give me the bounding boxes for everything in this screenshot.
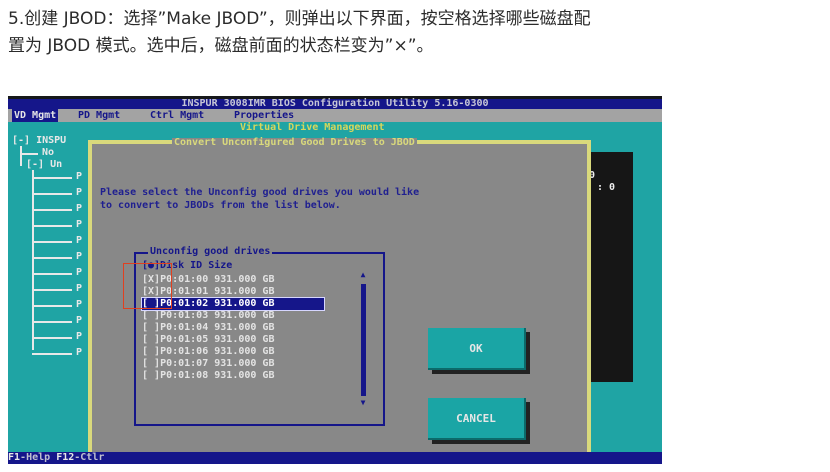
tree-line <box>20 146 22 166</box>
f12-ctlr: -Ctlr <box>74 452 105 463</box>
drive-size: 931.000 GB <box>214 310 275 321</box>
tree-root[interactable]: [-] INSPU <box>12 136 66 146</box>
tree-item[interactable]: P <box>76 172 82 182</box>
instruction-line-2: 置为 JBOD 模式。选中后，磁盘前面的状态栏变为”×”。 <box>8 36 434 56</box>
tree-line <box>32 273 72 275</box>
dialog-message: Please select the Unconfig good drives y… <box>100 186 419 212</box>
drive-size: 931.000 GB <box>214 334 275 345</box>
menu-ctrl-mgmt[interactable]: Ctrl Mgmt <box>150 109 204 122</box>
drive-row[interactable]: [ ]P0:01:04 931.000 GB <box>142 322 324 334</box>
drive-id: P0:01:05 <box>160 334 209 345</box>
drive-size: 931.000 GB <box>214 358 275 369</box>
tree-item[interactable]: P <box>76 300 82 310</box>
ok-button[interactable]: OK <box>428 328 526 370</box>
tree-line <box>32 241 72 243</box>
tree-line <box>20 153 38 155</box>
tree-line <box>32 289 72 291</box>
drive-checkbox[interactable]: [ ] <box>142 358 160 369</box>
drive-checkbox[interactable]: [ ] <box>142 322 160 333</box>
drive-size: 931.000 GB <box>214 322 275 333</box>
drive-checkbox[interactable]: [ ] <box>142 310 160 321</box>
tree-line <box>32 225 72 227</box>
checkbox-highlight-box <box>123 263 172 309</box>
tree-item[interactable]: P <box>76 268 82 278</box>
tree-item[interactable]: P <box>76 236 82 246</box>
tree-item[interactable]: P <box>76 252 82 262</box>
menu-properties[interactable]: Properties <box>234 109 294 122</box>
dialog-message-line: Please select the Unconfig good drives y… <box>100 187 420 198</box>
drive-size: 931.000 GB <box>214 274 275 285</box>
dialog-message-line: to convert to JBODs from the list below. <box>100 200 341 211</box>
drive-checkbox[interactable]: [ ] <box>142 370 160 381</box>
f1-help: -Help <box>20 452 51 463</box>
tree-line <box>32 209 72 211</box>
tree-item[interactable]: No <box>42 148 54 158</box>
drive-list-title: Unconfig good drives <box>148 246 273 258</box>
tree-line <box>32 321 72 323</box>
scroll-track[interactable] <box>361 284 366 396</box>
tree-line <box>32 193 72 195</box>
tree-line <box>32 170 34 350</box>
tree-item[interactable]: P <box>76 332 82 342</box>
cancel-button[interactable]: CANCEL <box>428 398 526 440</box>
scroll-down-icon[interactable]: ▼ <box>358 398 368 407</box>
tree-line <box>32 257 72 259</box>
drive-checkbox[interactable]: [ ] <box>142 334 160 345</box>
drive-id: P0:01:03 <box>160 310 209 321</box>
instruction-line-1: 5.创建 JBOD：选择”Make JBOD”，则弹出以下界面，按空格选择哪些磁… <box>8 9 591 29</box>
menu-vd-mgmt[interactable]: VD Mgmt <box>12 109 59 122</box>
tree-item[interactable]: P <box>76 220 82 230</box>
bios-status-bar: F1-Help F12-Ctlr <box>8 452 662 464</box>
tree-line <box>32 353 72 355</box>
f1-key: F1 <box>8 452 21 463</box>
bios-menu-bar: VD Mgmt PD Mgmt Ctrl Mgmt Properties <box>8 109 662 122</box>
drive-id: P0:01:07 <box>160 358 209 369</box>
tree-item[interactable]: P <box>76 348 82 358</box>
tree-line <box>32 337 72 339</box>
drive-id: P0:01:06 <box>160 346 209 357</box>
drive-row[interactable]: [ ]P0:01:08 931.000 GB <box>142 370 324 382</box>
drive-list-scrollbar[interactable]: ▲ ▼ <box>358 270 368 410</box>
drive-size: 931.000 GB <box>214 370 275 381</box>
drive-id: P0:01:04 <box>160 322 209 333</box>
drive-row[interactable]: [ ]P0:01:05 931.000 GB <box>142 334 324 346</box>
menu-pd-mgmt[interactable]: PD Mgmt <box>78 109 120 122</box>
section-title: Virtual Drive Management <box>240 122 385 133</box>
tree-line <box>32 177 72 179</box>
tree-item[interactable]: P <box>76 188 82 198</box>
drive-row[interactable]: [ ]P0:01:03 931.000 GB <box>142 310 324 322</box>
drive-size: 931.000 GB <box>214 298 275 309</box>
drive-size: 931.000 GB <box>214 286 275 297</box>
scroll-up-icon[interactable]: ▲ <box>358 270 368 279</box>
drive-checkbox[interactable]: [ ] <box>142 346 160 357</box>
drive-row[interactable]: [ ]P0:01:07 931.000 GB <box>142 358 324 370</box>
drive-id: P0:01:08 <box>160 370 209 381</box>
instruction-text: 5.创建 JBOD：选择”Make JBOD”，则弹出以下界面，按空格选择哪些磁… <box>8 6 824 60</box>
pane-value: : 0 <box>597 182 616 193</box>
bios-title-bar: INSPUR 3008IMR BIOS Configuration Utilit… <box>8 99 662 109</box>
drive-size: 931.000 GB <box>214 346 275 357</box>
f12-key: F12 <box>56 452 75 463</box>
tree-line <box>32 305 72 307</box>
tree-item[interactable]: P <box>76 204 82 214</box>
tree-item[interactable]: P <box>76 284 82 294</box>
bios-screenshot: INSPUR 3008IMR BIOS Configuration Utilit… <box>8 96 662 464</box>
drive-row[interactable]: [ ]P0:01:06 931.000 GB <box>142 346 324 358</box>
tree-item[interactable]: P <box>76 316 82 326</box>
bios-main-area: Virtual Drive Management [-] INSPU No [-… <box>8 122 662 464</box>
dialog-title: Convert Unconfigured Good Drives to JBOD <box>172 137 417 148</box>
tree-item[interactable]: [-] Un <box>26 160 62 170</box>
